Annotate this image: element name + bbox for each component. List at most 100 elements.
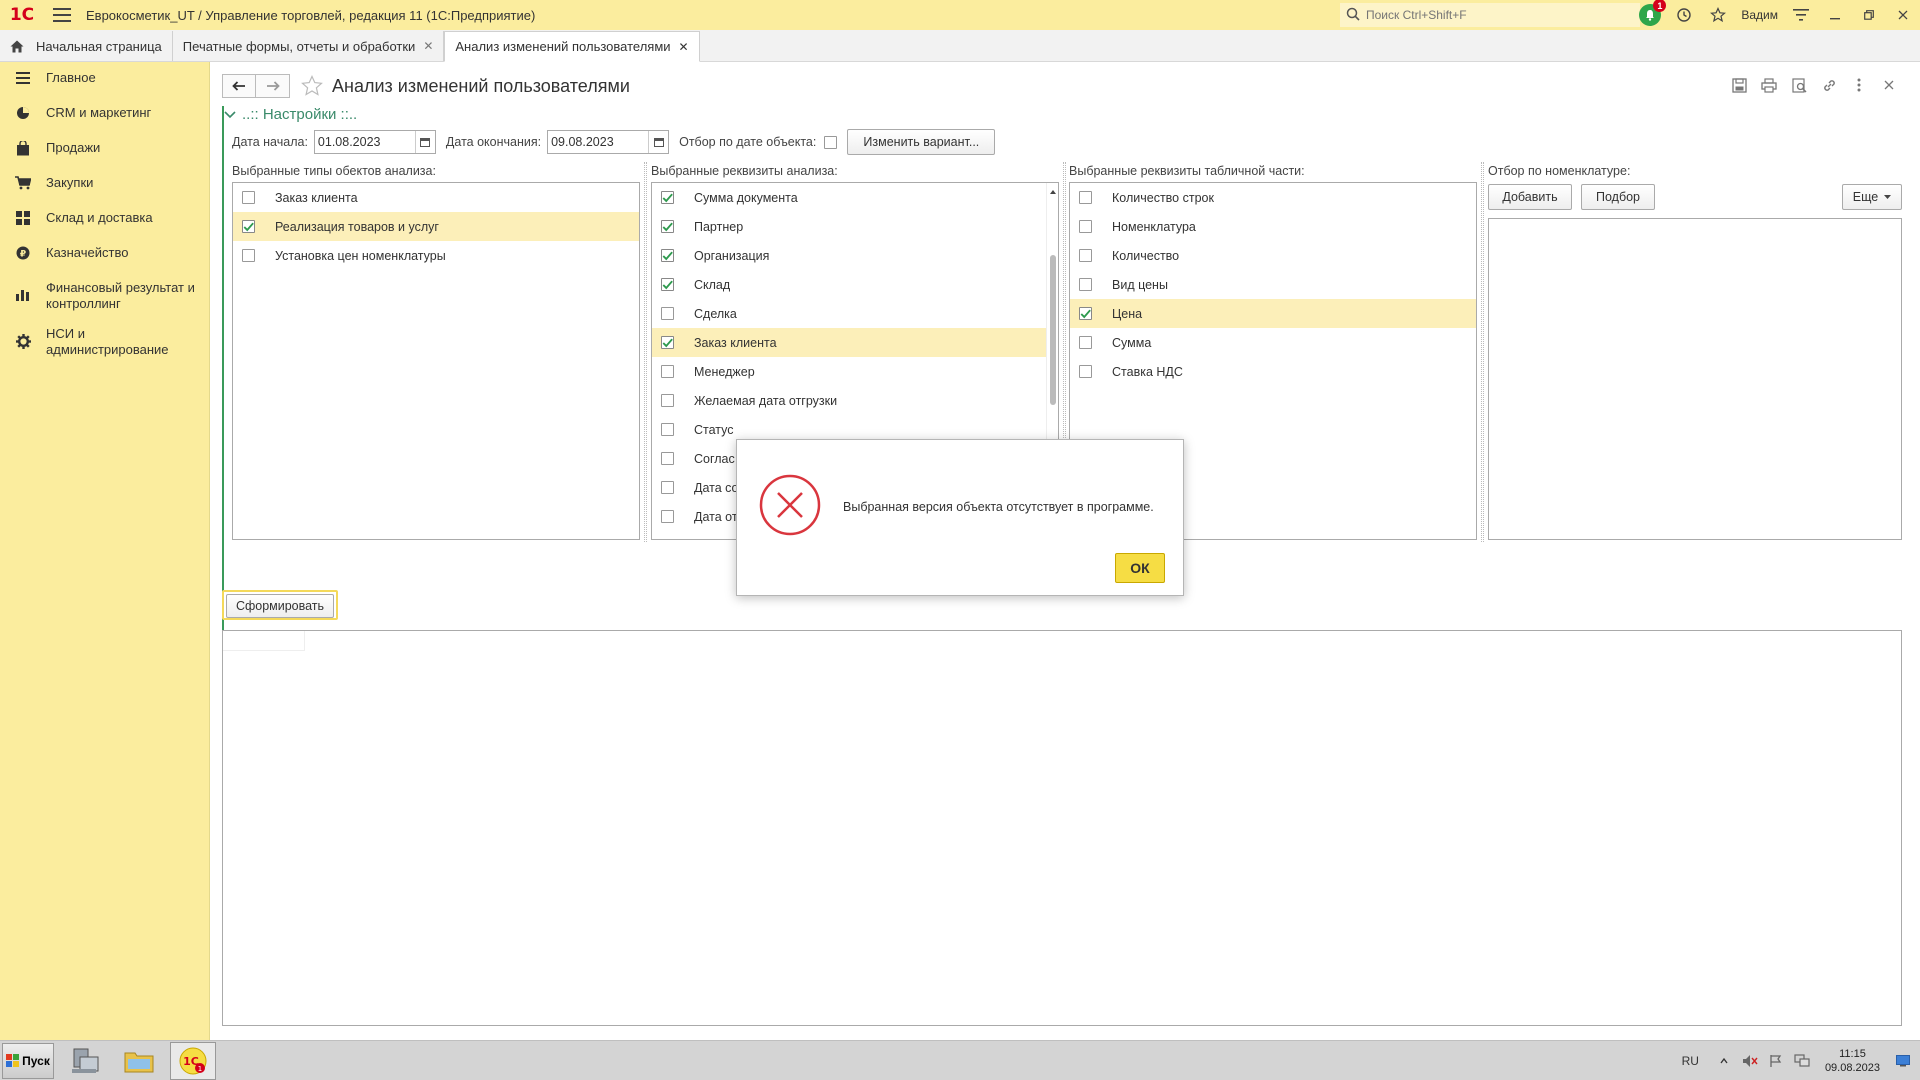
splitter[interactable] [1481,162,1484,542]
minimize-button[interactable] [1818,0,1852,30]
checkbox[interactable] [242,249,255,262]
global-search[interactable] [1340,3,1640,27]
tab-print-forms[interactable]: Печатные формы, отчеты и обработки ✕ [173,31,445,61]
more-actions-button[interactable] [1844,72,1874,98]
list-item[interactable]: Установка цен номенклатуры [233,241,639,270]
more-button[interactable]: Еще [1842,184,1902,210]
list-item[interactable]: Желаемая дата отгрузки [652,386,1058,415]
list-item[interactable]: Заказ клиента [652,328,1058,357]
list-item[interactable]: Реализация товаров и услуг [233,212,639,241]
favorites-button[interactable] [1701,0,1735,30]
checkbox[interactable] [1079,191,1092,204]
list-item[interactable]: Сумма документа [652,183,1058,212]
checkbox-checked[interactable] [661,249,674,262]
tab-home[interactable]: Начальная страница [0,31,173,61]
language-indicator[interactable]: RU [1682,1054,1699,1068]
tab-close-icon[interactable]: ✕ [423,39,433,53]
sidebar-item-main[interactable]: Главное [0,62,209,97]
preview-button[interactable] [1784,72,1814,98]
list-item[interactable]: Менеджер [652,357,1058,386]
list-item[interactable]: Ставка НДС [1070,357,1476,386]
checkbox[interactable] [242,191,255,204]
checkbox-checked[interactable] [242,220,255,233]
sidebar-item-sales[interactable]: Продажи [0,132,209,167]
checkbox-checked[interactable] [661,278,674,291]
checkbox[interactable] [661,394,674,407]
show-desktop-icon[interactable] [1892,1050,1914,1072]
forward-button[interactable] [256,74,290,98]
calendar-icon[interactable] [414,131,435,153]
checkbox[interactable] [661,510,674,523]
app-logo[interactable]: 1С [0,0,44,30]
list-item[interactable]: Вид цены [1070,270,1476,299]
report-cell[interactable] [223,631,305,651]
list-item[interactable]: Цена [1070,299,1476,328]
date-start-field[interactable]: 01.08.2023 [313,130,436,154]
checkbox-checked[interactable] [661,220,674,233]
settings-menu-button[interactable] [1784,0,1818,30]
checkbox-checked[interactable] [1079,307,1092,320]
search-input[interactable] [1366,8,1626,22]
pick-button[interactable]: Подбор [1581,184,1655,210]
taskbar-computer[interactable] [62,1042,108,1080]
sidebar-item-finance[interactable]: Финансовый результат и контроллинг [0,272,209,318]
flag-icon[interactable] [1765,1050,1787,1072]
close-form-button[interactable] [1874,72,1904,98]
checkbox[interactable] [661,452,674,465]
checkbox[interactable] [661,481,674,494]
list-item[interactable]: Сделка [652,299,1058,328]
volume-muted-icon[interactable] [1739,1050,1761,1072]
list-item[interactable]: Организация [652,241,1058,270]
ok-button[interactable]: ОК [1115,553,1165,583]
report-result-area[interactable] [222,630,1902,1026]
date-end-field[interactable]: 09.08.2023 [547,130,670,154]
checkbox[interactable] [661,365,674,378]
change-variant-button[interactable]: Изменить вариант... [847,129,996,155]
tab-user-changes-analysis[interactable]: Анализ изменений пользователями ✕ [444,31,700,62]
calendar-icon[interactable] [648,131,668,153]
list-item[interactable]: Номенклатура [1070,212,1476,241]
back-button[interactable] [222,74,256,98]
splitter[interactable] [644,162,647,542]
list-item[interactable]: Сумма [1070,328,1476,357]
scroll-thumb[interactable] [1050,255,1056,405]
list-item[interactable]: Склад [652,270,1058,299]
sidebar-item-treasury[interactable]: ₽ Казначейство [0,237,209,272]
list-item[interactable]: Количество строк [1070,183,1476,212]
sidebar-item-purchases[interactable]: Закупки [0,167,209,202]
restore-button[interactable] [1852,0,1886,30]
history-button[interactable] [1667,0,1701,30]
date-start-value[interactable]: 01.08.2023 [315,135,415,149]
system-clock[interactable]: 11:15 09.08.2023 [1825,1047,1880,1075]
add-to-favorites-button[interactable] [300,74,324,98]
generate-button[interactable]: Сформировать [226,594,334,618]
main-menu-icon[interactable] [44,0,80,30]
sidebar-item-admin[interactable]: НСИ и администрирование [0,318,209,364]
settings-group-toggle[interactable]: ..:: Настройки ::.. [224,106,357,123]
object-types-list[interactable]: Заказ клиента Реализация товаров и услуг У… [232,182,640,540]
checkbox[interactable] [1079,249,1092,262]
checkbox[interactable] [661,539,674,540]
taskbar-explorer[interactable] [116,1042,162,1080]
taskbar-1c[interactable]: 1С 1 [170,1041,216,1080]
notifications-button[interactable]: 1 [1633,0,1667,30]
scroll-up-icon[interactable] [1047,187,1059,197]
checkbox[interactable] [1079,336,1092,349]
sidebar-item-warehouse[interactable]: Склад и доставка [0,202,209,237]
list-item[interactable]: Партнер [652,212,1058,241]
checkbox[interactable] [661,423,674,436]
list-item[interactable]: Количество [1070,241,1476,270]
tab-close-icon[interactable]: ✕ [679,40,689,54]
user-name[interactable]: Вадим [1735,8,1784,22]
start-button[interactable]: Пуск [2,1042,54,1079]
list-item[interactable]: Заказ клиента [233,183,639,212]
checkbox[interactable] [1079,365,1092,378]
checkbox[interactable] [1079,278,1092,291]
checkbox[interactable] [1079,220,1092,233]
print-button[interactable] [1754,72,1784,98]
chevron-up-icon[interactable] [1713,1050,1735,1072]
close-window-button[interactable] [1886,0,1920,30]
nomenclature-list[interactable] [1488,218,1902,540]
filter-by-date-checkbox[interactable] [824,135,838,149]
save-button[interactable] [1724,72,1754,98]
